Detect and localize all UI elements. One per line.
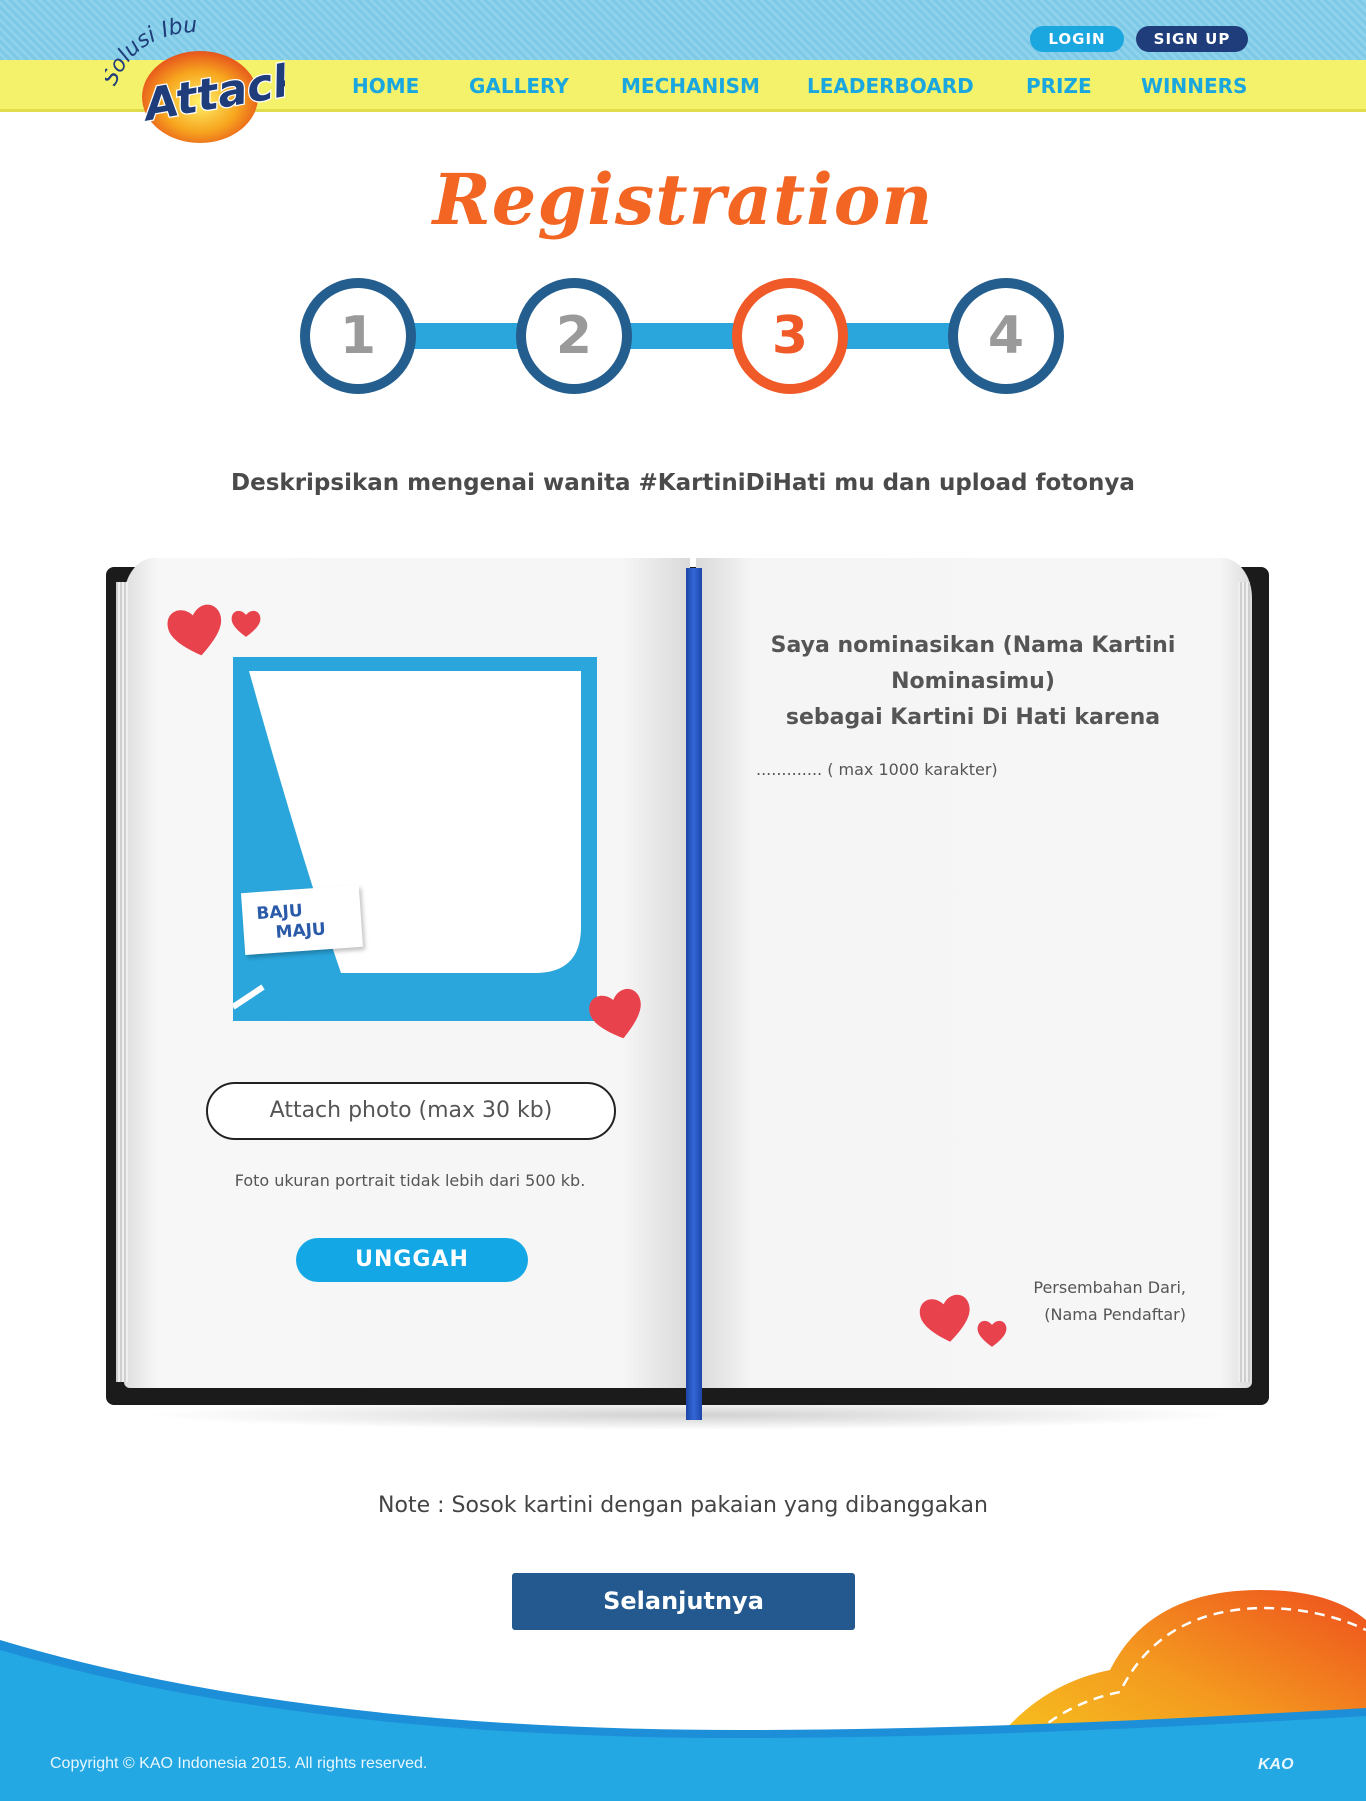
heart-icon xyxy=(167,604,222,656)
nav-winners[interactable]: WINNERS xyxy=(1141,74,1247,98)
step-4: 4 xyxy=(948,278,1064,394)
nomination-heading: Saya nominasikan (Nama Kartini Nominasim… xyxy=(740,628,1206,736)
nav-gallery[interactable]: GALLERY xyxy=(469,74,569,98)
heart-icon xyxy=(919,1294,970,1342)
heart-icon xyxy=(589,988,641,1039)
stepper-bar xyxy=(356,323,1006,349)
nomination-line-2: Nominasimu) xyxy=(891,669,1055,694)
photo-placeholder xyxy=(233,671,581,1010)
step-1: 1 xyxy=(300,278,416,394)
nomination-line-1: Saya nominasikan (Nama Kartini xyxy=(770,633,1176,658)
step-3-active: 3 xyxy=(732,278,848,394)
photo-frame[interactable]: BAJU MAJU xyxy=(233,657,597,1021)
badge-text-2: MAJU xyxy=(274,919,327,943)
step-2: 2 xyxy=(516,278,632,394)
heart-icon xyxy=(977,1320,1007,1347)
page-edges-left xyxy=(116,582,128,1382)
nav-leaderboard[interactable]: LEADERBOARD xyxy=(807,74,974,98)
nomination-reason-input[interactable]: ............. ( max 1000 karakter) xyxy=(756,760,1206,779)
signup-button[interactable]: SIGN UP xyxy=(1136,26,1248,52)
login-button[interactable]: LOGIN xyxy=(1030,26,1124,52)
bookmark-ribbon xyxy=(686,568,702,1420)
attack-logo[interactable]: Solusi Ibu Attack xyxy=(105,12,285,152)
next-button[interactable]: Selanjutnya xyxy=(512,1573,855,1630)
note-text: Note : Sosok kartini dengan pakaian yang… xyxy=(378,1493,988,1518)
nav-prize[interactable]: PRIZE xyxy=(1026,74,1092,98)
signature-line-1: Persembahan Dari, xyxy=(1033,1278,1186,1297)
heart-icon xyxy=(231,610,261,637)
page-edges-right xyxy=(1238,582,1250,1382)
kao-logo: KAO xyxy=(1258,1756,1294,1773)
attach-photo-button[interactable]: Attach photo (max 30 kb) xyxy=(206,1082,616,1140)
nomination-line-3: sebagai Kartini Di Hati karena xyxy=(785,705,1161,730)
page-title: Registration xyxy=(432,158,934,241)
nav-mechanism[interactable]: MECHANISM xyxy=(621,74,760,98)
instruction-text: Deskripsikan mengenai wanita #KartiniDiH… xyxy=(231,470,1135,496)
photo-size-note: Foto ukuran portrait tidak lebih dari 50… xyxy=(234,1171,586,1190)
upload-button[interactable]: UNGGAH xyxy=(296,1238,528,1282)
registration-stepper: 1 2 3 4 xyxy=(300,278,1066,396)
copyright-text: Copyright © KAO Indonesia 2015. All righ… xyxy=(50,1755,428,1772)
nav-home[interactable]: HOME xyxy=(352,74,419,98)
baju-maju-badge: BAJU MAJU xyxy=(240,884,364,956)
